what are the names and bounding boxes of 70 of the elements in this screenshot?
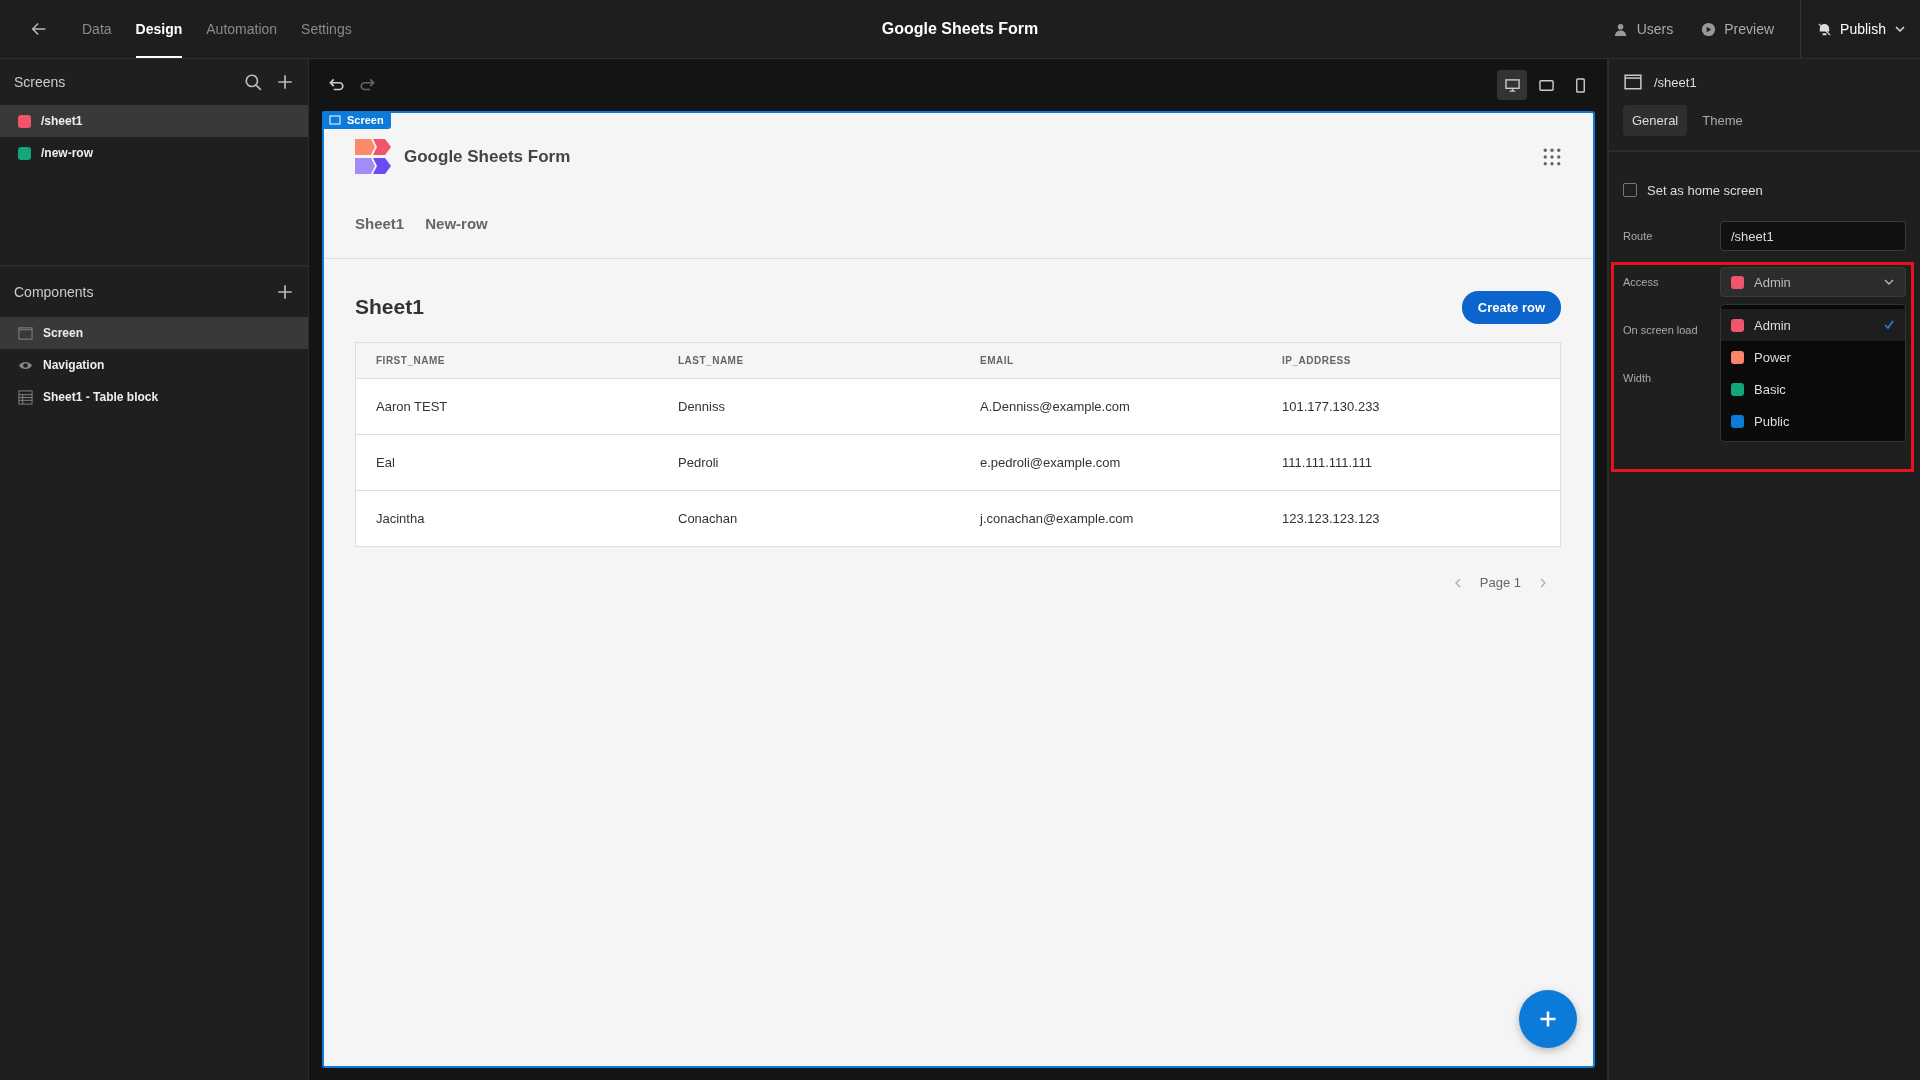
user-icon — [1613, 21, 1629, 37]
table-cell-text: 101.177.130.233 — [1281, 399, 1381, 414]
column-header: LAST_NAME — [677, 355, 745, 366]
column-header: IP_ADDRESS — [1281, 355, 1352, 366]
column-header: FIRST_NAME — [375, 355, 446, 366]
field-label: On screen load — [1623, 324, 1699, 336]
play-icon — [1701, 21, 1717, 37]
access-select[interactable]: Admin — [1720, 267, 1906, 297]
add-icon[interactable] — [276, 283, 294, 301]
screen-route-title: /sheet1 — [1654, 74, 1697, 90]
plus-icon — [1538, 1009, 1558, 1029]
checkbox-label: Set as home screen — [1647, 182, 1763, 198]
publish-button[interactable]: Publish — [1800, 0, 1920, 58]
table-cell-text: Denniss — [677, 399, 726, 414]
users-button[interactable]: Users — [1599, 21, 1688, 37]
route-field[interactable]: /sheet1 — [1720, 221, 1906, 251]
app-title: Google Sheets Form — [881, 20, 1039, 38]
panel-tab[interactable]: General — [1623, 105, 1688, 136]
dropdown-option[interactable]: Admin — [1721, 309, 1905, 341]
table-cell-text: A.Denniss@example.com — [979, 399, 1131, 414]
table-cell-text: Eal — [375, 455, 396, 470]
table-cell-text: Conachan — [677, 511, 739, 526]
nav-link[interactable]: New-row — [425, 215, 488, 232]
checkbox[interactable] — [1623, 183, 1637, 197]
nav-tab[interactable]: Automation — [206, 0, 278, 58]
table-icon — [18, 389, 33, 405]
window-icon — [18, 325, 33, 341]
section-title: Components — [14, 284, 94, 300]
preview-button[interactable]: Preview — [1687, 21, 1789, 37]
table-cell-text: 111.111.111.111 — [1281, 455, 1373, 470]
route-item[interactable]: /sheet1 — [0, 105, 308, 137]
app-name: Google Sheets Form — [404, 147, 571, 167]
checkmark-icon — [1883, 319, 1895, 331]
screen-tag: Screen — [322, 111, 391, 129]
route-item[interactable]: /new-row — [0, 137, 308, 169]
logo-icon — [355, 139, 391, 175]
panel-tab[interactable]: Theme — [1693, 105, 1752, 136]
nav-link[interactable]: Sheet1 — [355, 215, 405, 232]
nav-tab[interactable]: Settings — [301, 0, 352, 58]
column-header: EMAIL — [979, 355, 1015, 366]
component-item[interactable]: Sheet1 - Table block — [0, 381, 308, 413]
table-cell-text: Aaron TEST — [375, 399, 449, 414]
section-title: Screens — [14, 74, 66, 90]
component-item[interactable]: Screen — [0, 317, 308, 349]
table-cell-text: Jacintha — [375, 511, 426, 526]
back-arrow-icon[interactable] — [30, 20, 48, 38]
field-label: Access — [1623, 276, 1660, 288]
search-icon[interactable] — [244, 73, 262, 91]
table-cell-text: Pedroli — [677, 455, 720, 470]
table-cell-text: j.conachan@example.com — [978, 511, 1135, 526]
create-row-button[interactable]: Create row — [1461, 290, 1561, 324]
table-cell-text: e.pedroli@example.com — [979, 455, 1122, 470]
nav-tab[interactable]: Data — [82, 0, 112, 58]
page-indicator: Page 1 — [1479, 575, 1521, 590]
table-cell-text: 123.123.123.123 — [1281, 511, 1381, 526]
dropdown-option[interactable]: Power — [1721, 341, 1905, 373]
component-item[interactable]: Navigation — [0, 349, 308, 381]
desktop-icon[interactable] — [1497, 70, 1527, 100]
page-title: Sheet1 — [355, 295, 424, 319]
field-label: Route — [1623, 230, 1654, 242]
grid-menu-icon[interactable] — [1543, 148, 1561, 166]
dropdown-option[interactable]: Public — [1721, 405, 1905, 437]
field-label: Width — [1623, 372, 1653, 384]
window-icon — [1624, 73, 1642, 91]
add-icon[interactable] — [276, 73, 294, 91]
window-icon — [329, 114, 341, 126]
add-fab-button[interactable] — [1519, 990, 1577, 1048]
dropdown-option[interactable]: Basic — [1721, 373, 1905, 405]
bell-off-icon — [1817, 21, 1833, 37]
chevron-down-icon — [1894, 23, 1906, 35]
